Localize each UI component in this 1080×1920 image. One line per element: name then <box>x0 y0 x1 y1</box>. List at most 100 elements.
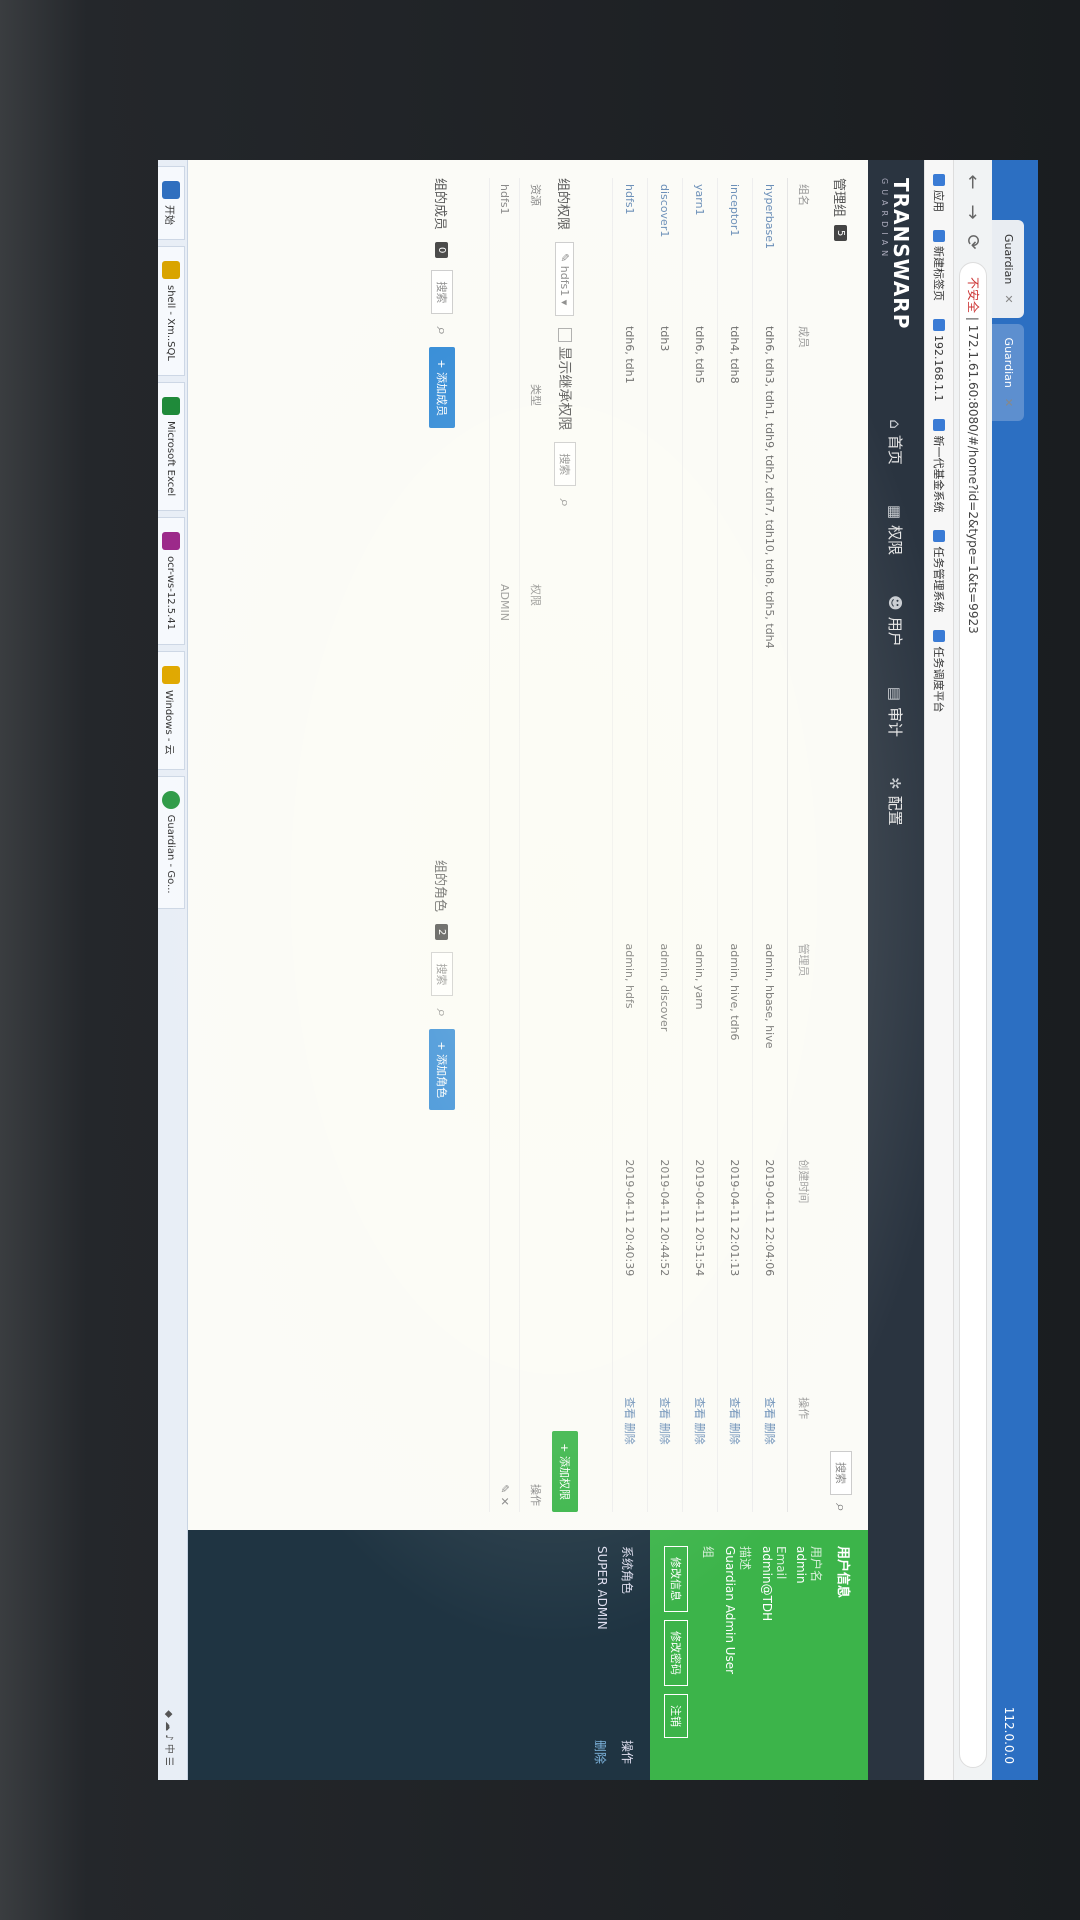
table-row[interactable]: inceptor1 tdh4, tdh8 admin, hive, tdh6 2… <box>717 178 753 1512</box>
logout-button[interactable]: 注销 <box>664 1694 688 1738</box>
show-inherited-checkbox[interactable]: 显示继承权限 <box>555 328 575 430</box>
row-actions[interactable]: 查看 删除 <box>647 1391 683 1512</box>
nav-item-permissions[interactable]: ▦ 权限 <box>886 505 907 555</box>
roles-search-button[interactable]: 搜索 <box>431 952 453 997</box>
close-icon[interactable]: ✕ <box>1002 294 1015 303</box>
tab-label: Guardian <box>1002 234 1015 285</box>
row-actions[interactable]: 查看 删除 <box>682 1391 718 1512</box>
system-tray[interactable]: ◆ ☁ ♪ 中 ☰ <box>164 1710 179 1774</box>
search-icon[interactable]: ⌕ <box>831 1503 851 1512</box>
app-icon <box>162 181 180 199</box>
group-link[interactable]: inceptor1 <box>729 184 742 236</box>
nav-label: 审计 <box>886 706 905 737</box>
perm-level: ADMIN <box>498 584 511 621</box>
bookmark-label: 任务管理系统 <box>932 546 945 613</box>
nav-item-config[interactable]: ✲ 配置 <box>886 777 907 826</box>
edit-info-button[interactable]: 修改信息 <box>664 1546 688 1612</box>
permissions-search-button[interactable]: 搜索 <box>554 442 576 487</box>
groups-search: 搜索 ⌕ <box>830 1451 852 1512</box>
app-logo[interactable]: TRANSWARP GUARDIAN <box>881 178 914 329</box>
forward-arrow-icon[interactable]: → <box>963 202 984 222</box>
add-permission-button[interactable]: + 添加权限 <box>552 1431 578 1512</box>
group-link[interactable]: yarn1 <box>694 184 707 216</box>
change-password-button[interactable]: 修改密码 <box>664 1620 688 1686</box>
group-select-value: hdfs1 <box>558 265 572 297</box>
reload-icon[interactable]: ⟳ <box>963 232 984 252</box>
bookmark-label: 新一代基金系统 <box>932 435 945 513</box>
nav-item-home[interactable]: ⌂ 首页 <box>886 419 907 465</box>
roles-title: 组的角色 <box>432 860 448 913</box>
browser-tab[interactable]: Guardian ✕ <box>992 323 1024 422</box>
url-field[interactable]: 不安全 | 172.1.61.60:8080/#/home?id=2&type=… <box>959 262 987 1768</box>
bookmark-label: 应用 <box>932 190 945 212</box>
main-nav: ⌂ 首页 ▦ 权限 ☻ 用户 ▤ 审计 ✲ 配置 <box>886 419 907 825</box>
row-actions[interactable]: 查看 删除 <box>612 1391 648 1512</box>
page-content: 管理组 5 搜索 ⌕ 组名 成员 管理员 创建时间 操作 hyperbase1 <box>188 160 868 1780</box>
row-actions[interactable]: 查看 删除 <box>752 1391 788 1512</box>
group-select[interactable]: ✎ hdfs1 ▾ <box>555 242 575 317</box>
taskbar-item[interactable]: ocr-ws-12.5.41 <box>158 517 185 646</box>
table-row[interactable]: hdfs1 ADMIN ✎ ✕ <box>489 178 519 1512</box>
taskbar-label: ocr-ws-12.5.41 <box>165 556 177 631</box>
row-action-links[interactable]: 查看 删除 <box>693 1397 706 1445</box>
main-panel: 管理组 5 搜索 ⌕ 组名 成员 管理员 创建时间 操作 hyperbase1 <box>188 160 868 1530</box>
row-action-links[interactable]: 查看 删除 <box>763 1397 776 1445</box>
taskbar-label: shell - Xm..SQL <box>165 285 177 361</box>
row-action-links[interactable]: 查看 删除 <box>728 1397 741 1445</box>
nav-item-users[interactable]: ☻ 用户 <box>886 595 907 647</box>
table-header-row: 组名 成员 管理员 创建时间 操作 <box>787 178 820 1512</box>
perm-actions[interactable]: ✎ ✕ <box>498 1484 511 1506</box>
table-row[interactable]: hyperbase1 tdh6, tdh3, tdh1, tdh9, tdh2,… <box>752 178 788 1512</box>
tab-label: Guardian <box>1002 337 1015 388</box>
system-roles-header: 系统角色 操作 <box>619 1546 636 1764</box>
bookmark-item[interactable]: 192.168.1.1 <box>933 319 946 401</box>
bookmark-item[interactable]: 新一代基金系统 <box>931 419 947 512</box>
row-action-links[interactable]: 查看 删除 <box>658 1397 671 1445</box>
role-delete-link[interactable]: 删除 <box>592 1740 609 1764</box>
browser-tabstrip: Guardian ✕ Guardian ✕ 112.0.0.0 <box>992 160 1038 1780</box>
taskbar-item[interactable]: Windows - 云 <box>158 651 185 770</box>
search-icon[interactable]: ⌕ <box>432 326 452 335</box>
bookmark-item[interactable]: 任务管理系统 <box>931 530 947 612</box>
group-name[interactable]: discover1 <box>647 178 683 321</box>
column-header: 成员 <box>787 320 820 938</box>
members-search-button[interactable]: 搜索 <box>431 270 453 315</box>
table-row[interactable]: discover1 tdh3 admin, discover 2019-04-1… <box>647 178 683 1512</box>
taskbar-item[interactable]: Guardian - Go... <box>158 775 185 909</box>
search-icon[interactable]: ⌕ <box>555 498 575 507</box>
bookmark-item[interactable]: 任务调度平台 <box>931 630 947 712</box>
group-admins: admin, yarn <box>682 937 718 1154</box>
nav-item-audit[interactable]: ▤ 审计 <box>886 687 907 737</box>
add-role-button[interactable]: + 添加角色 <box>429 1029 455 1111</box>
groups-search-button[interactable]: 搜索 <box>830 1451 852 1496</box>
bookmark-item[interactable]: 应用 <box>931 174 947 212</box>
app-icon <box>162 666 180 685</box>
close-icon[interactable]: ✕ <box>1002 398 1015 407</box>
group-link[interactable]: hdfs1 <box>624 184 637 215</box>
group-name[interactable]: inceptor1 <box>717 178 753 321</box>
bookmark-item[interactable]: 新建标签页 <box>931 230 947 301</box>
taskbar-item[interactable]: shell - Xm..SQL <box>158 246 185 376</box>
table-row[interactable]: yarn1 tdh6, tdh5 admin, yarn 2019-04-11 … <box>682 178 718 1512</box>
browser-tab-active[interactable]: Guardian ✕ <box>992 220 1024 318</box>
permissions-section: 组的权限 ✎ hdfs1 ▾ 显示继承权限 搜索 ⌕ + 添加权限 资源 类型 … <box>489 178 578 1512</box>
search-icon[interactable]: ⌕ <box>432 1008 452 1017</box>
bookmark-icon <box>933 630 945 643</box>
address-bar: ← → ⟳ 不安全 | 172.1.61.60:8080/#/home?id=2… <box>953 160 992 1780</box>
group-name[interactable]: yarn1 <box>682 178 718 321</box>
table-row[interactable]: hdfs1 tdh6, tdh1 admin, hdfs 2019-04-11 … <box>612 178 648 1512</box>
taskbar-item[interactable]: Microsoft Excel <box>158 381 185 512</box>
group-created: 2019-04-11 20:40:39 <box>612 1153 648 1392</box>
add-member-button[interactable]: + 添加成员 <box>429 347 455 429</box>
row-action-links[interactable]: 查看 删除 <box>623 1397 636 1445</box>
nav-label: 首页 <box>886 434 905 465</box>
group-link[interactable]: hyperbase1 <box>764 184 777 249</box>
bookmark-label: 新建标签页 <box>932 246 945 301</box>
group-link[interactable]: discover1 <box>659 184 672 237</box>
taskbar-item[interactable]: 开始 <box>158 166 185 240</box>
group-name[interactable]: hyperbase1 <box>752 178 788 321</box>
back-arrow-icon[interactable]: ← <box>963 172 984 192</box>
group-name[interactable]: hdfs1 <box>612 178 648 321</box>
column-header: 创建时间 <box>787 1153 820 1392</box>
row-actions[interactable]: 查看 删除 <box>717 1391 753 1512</box>
